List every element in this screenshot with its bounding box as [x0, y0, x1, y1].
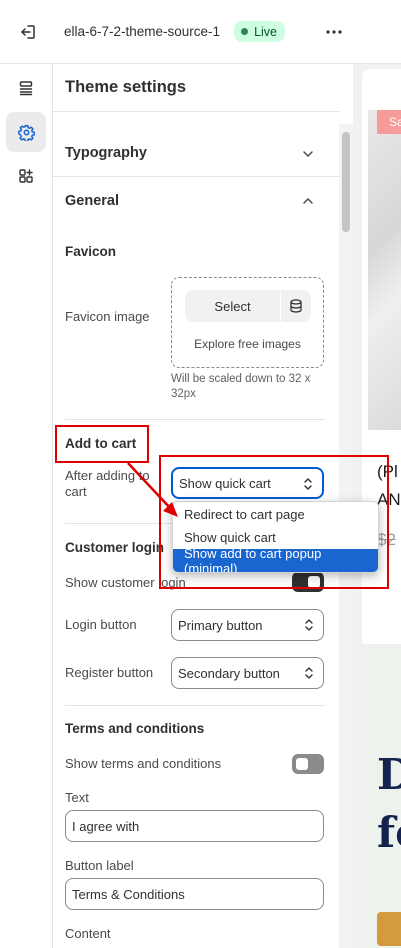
- apps-icon: [19, 169, 33, 183]
- annotation-box-add-to-cart: [55, 425, 149, 463]
- terms-text-label: Text: [65, 790, 89, 805]
- terms-button-label-value: Terms & Conditions: [72, 886, 185, 902]
- gear-icon: [17, 124, 35, 141]
- show-terms-toggle[interactable]: [292, 754, 324, 774]
- media-library-button[interactable]: [281, 290, 311, 322]
- preview-thumbnail: [377, 912, 401, 946]
- rail-apps-button[interactable]: [6, 156, 46, 196]
- sections-icon: [19, 81, 33, 96]
- exit-button[interactable]: [12, 16, 44, 48]
- content-label: Content: [65, 926, 111, 941]
- theme-name: ella-6-7-2-theme-source-1: [64, 24, 221, 39]
- terms-heading: Terms and conditions: [65, 721, 205, 736]
- login-button-value: Primary button: [178, 617, 263, 633]
- select-image-button[interactable]: Select: [185, 290, 280, 322]
- select-arrows-icon: [305, 667, 313, 679]
- section-typography[interactable]: Typography: [65, 145, 147, 161]
- scrollbar-thumb[interactable]: [342, 132, 350, 232]
- preview-headline: D fo: [377, 750, 401, 857]
- panel-title: Theme settings: [65, 78, 187, 96]
- rail-settings-button[interactable]: [6, 112, 46, 152]
- terms-text-input[interactable]: I agree with: [65, 810, 324, 842]
- favicon-heading: Favicon: [65, 244, 117, 259]
- rail-sections-button[interactable]: [6, 68, 46, 108]
- divider: [65, 419, 325, 420]
- divider: [53, 176, 339, 177]
- preview-sale-badge: Sa: [377, 110, 401, 134]
- section-general[interactable]: General: [65, 193, 119, 209]
- divider: [53, 111, 339, 112]
- register-button-select[interactable]: Secondary button: [171, 657, 324, 689]
- status-badge: Live: [234, 21, 285, 42]
- exit-icon: [21, 24, 35, 39]
- show-terms-label: Show terms and conditions: [65, 756, 222, 771]
- terms-text-value: I agree with: [72, 818, 140, 834]
- favicon-image-label: Favicon image: [65, 309, 150, 324]
- chevron-up-icon[interactable]: [300, 193, 316, 209]
- after-adding-to-cart-label: After adding to cart: [65, 468, 150, 499]
- customer-login-heading: Customer login: [65, 540, 165, 555]
- divider: [65, 705, 325, 706]
- register-button-value: Secondary button: [178, 665, 280, 681]
- more-actions-button[interactable]: [318, 18, 350, 46]
- left-rail: [0, 64, 53, 948]
- select-arrows-icon: [305, 619, 313, 631]
- favicon-picker: Select Explore free images: [171, 277, 324, 368]
- chevron-down-icon[interactable]: [300, 146, 316, 162]
- register-button-label: Register button: [65, 665, 154, 680]
- live-dot: [241, 28, 249, 35]
- status-badge-label: Live: [254, 24, 277, 39]
- annotation-box-dropdown: [159, 455, 389, 589]
- login-button-select[interactable]: Primary button: [171, 609, 324, 641]
- explore-free-images-link[interactable]: Explore free images: [172, 337, 323, 351]
- database-icon: [290, 299, 302, 313]
- toggle-knob: [296, 758, 308, 770]
- preview-product-image: [368, 110, 401, 430]
- top-bar: ella-6-7-2-theme-source-1 Live: [0, 0, 401, 64]
- favicon-hint: Will be scaled down to 32 x 32px: [171, 373, 311, 400]
- button-label-label: Button label: [65, 858, 134, 873]
- terms-button-label-input[interactable]: Terms & Conditions: [65, 878, 324, 910]
- more-horizontal-icon: [326, 30, 342, 34]
- login-button-label: Login button: [65, 617, 137, 632]
